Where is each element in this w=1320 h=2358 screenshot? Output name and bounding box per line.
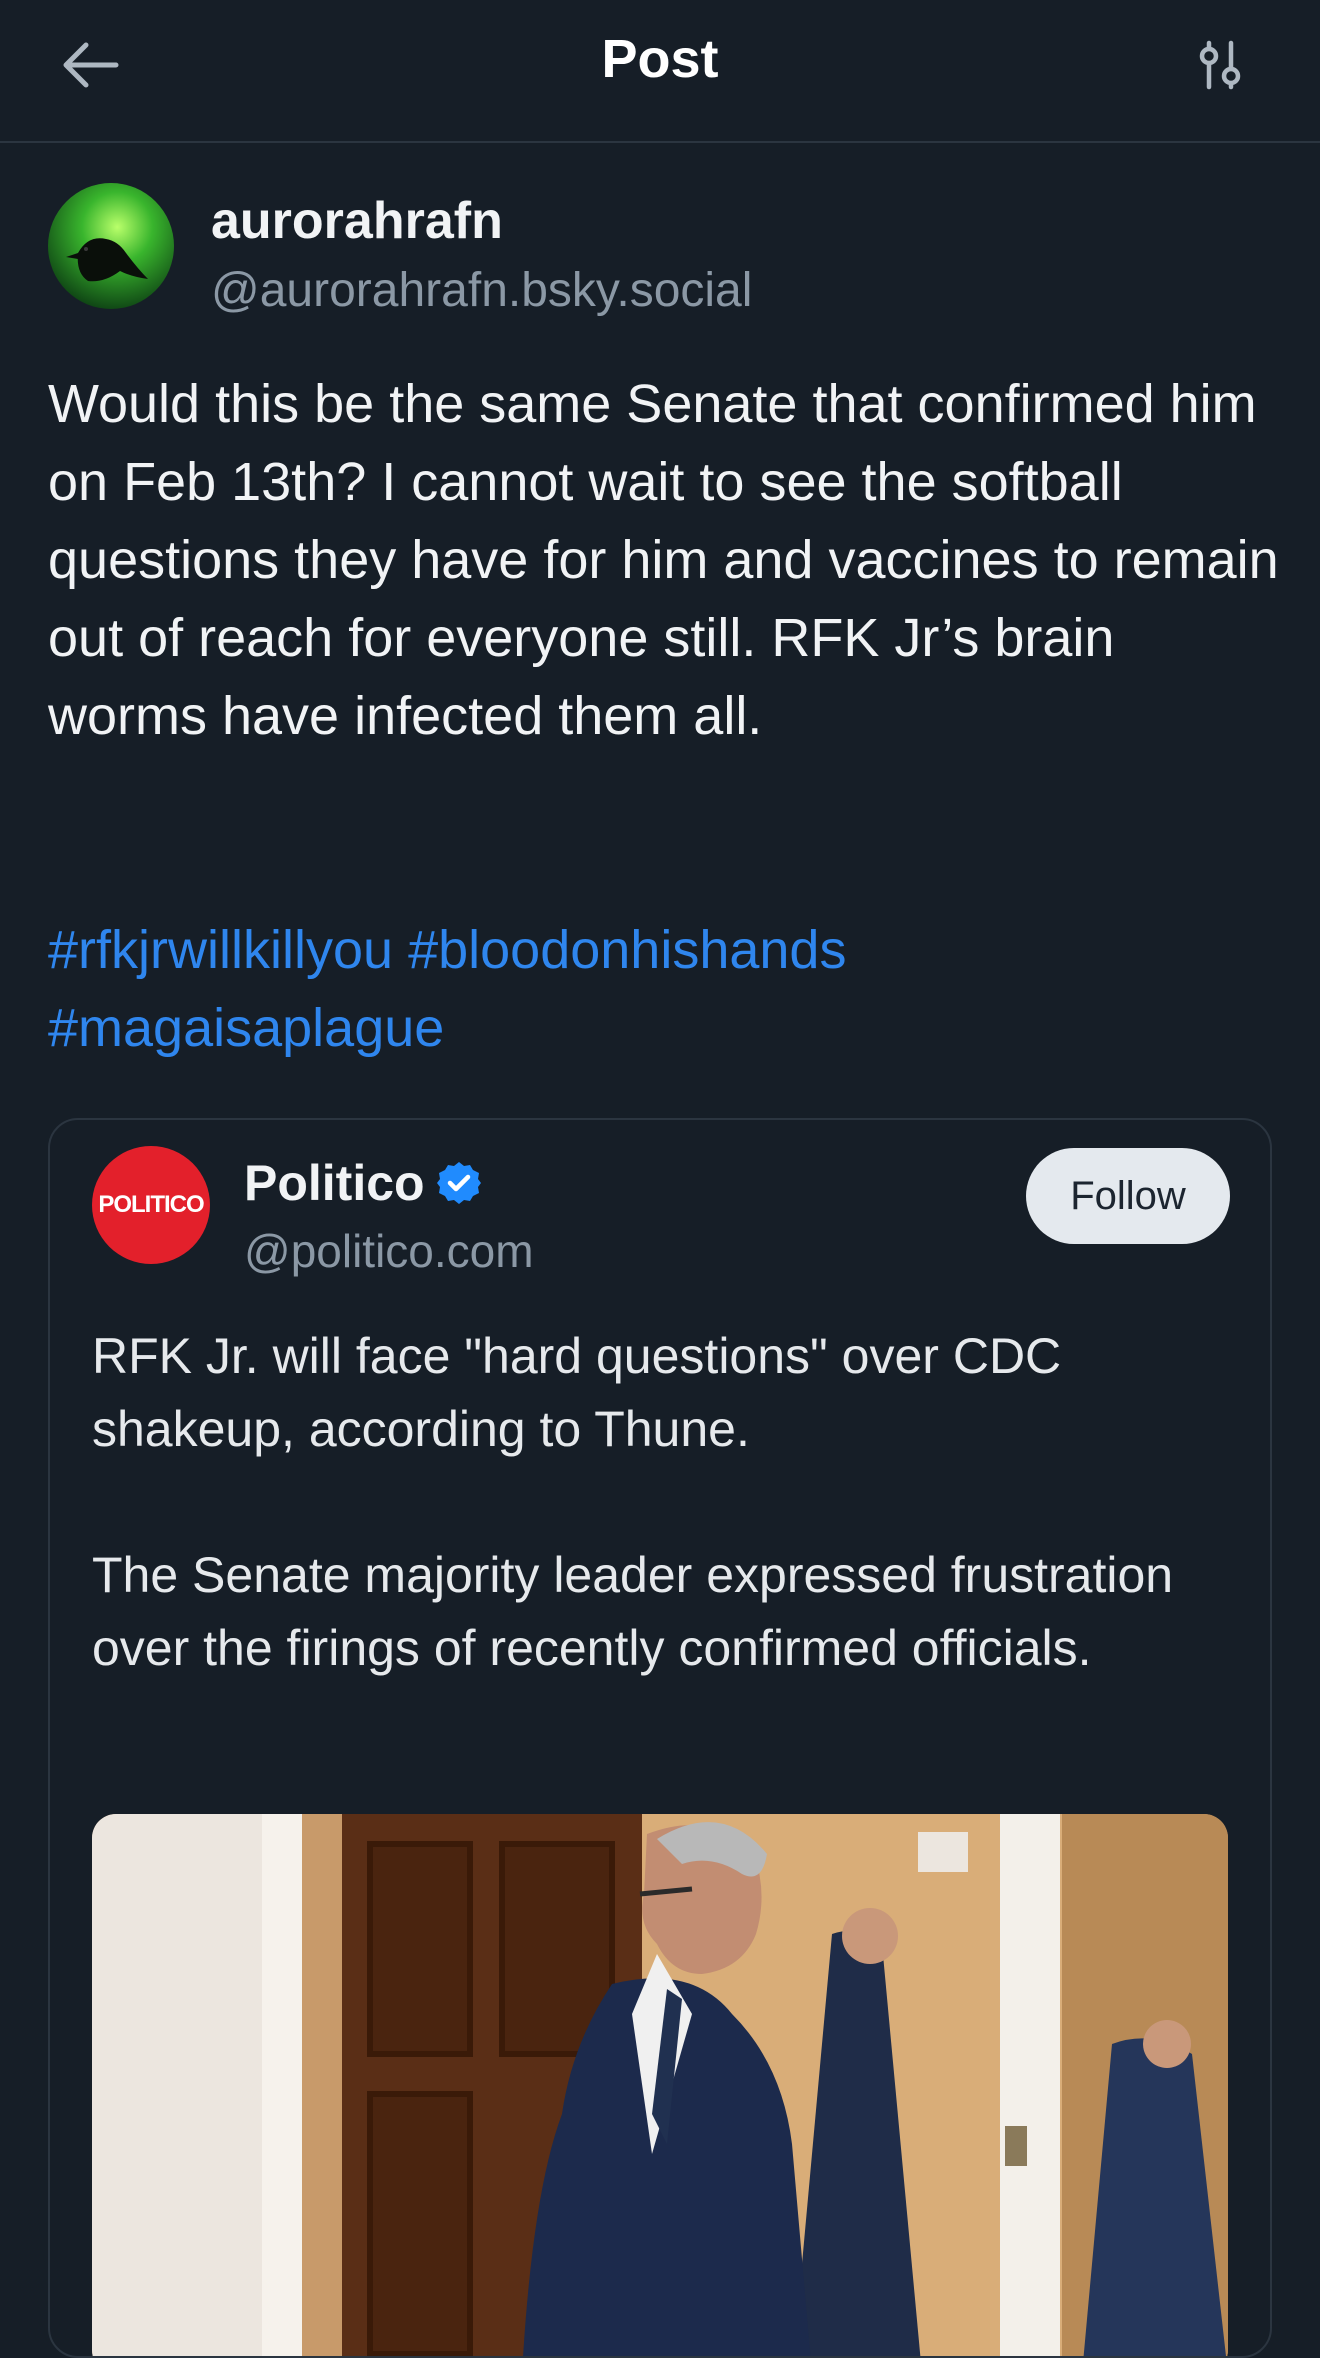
follow-button[interactable]: Follow <box>1026 1148 1230 1244</box>
hashtag-link[interactable]: #rfkjrwillkillyou <box>48 920 393 980</box>
thread-settings-button[interactable] <box>1180 30 1260 100</box>
verified-check-icon <box>437 1162 481 1204</box>
author-avatar[interactable] <box>48 183 174 309</box>
hashtag-link[interactable]: #magaisaplague <box>48 998 444 1058</box>
quoted-post-card[interactable]: POLITICO Politico @politico.com Follow R… <box>48 1118 1272 2358</box>
post-hashtags: #rfkjrwillkillyou #bloodonhishands #maga… <box>48 911 1288 1067</box>
quoted-post-text: RFK Jr. will face "hard questions" over … <box>92 1328 1174 1676</box>
page-title: Post <box>601 29 719 89</box>
post-text: Would this be the same Senate that confi… <box>48 374 1294 746</box>
post-author[interactable]: aurorahrafn @aurorahrafn.bsky.social <box>48 183 1278 323</box>
quoted-author-name[interactable]: Politico <box>244 1154 425 1212</box>
top-bar: Post <box>0 0 1320 143</box>
politico-avatar[interactable]: POLITICO <box>92 1146 210 1264</box>
politico-avatar-text: POLITICO <box>98 1191 204 1218</box>
quoted-author-handle[interactable]: @politico.com <box>244 1224 534 1278</box>
raven-aurora-avatar <box>48 183 174 309</box>
senate-hallway-photo <box>92 1814 1228 2356</box>
hashtag-link[interactable]: #bloodonhishands <box>408 920 846 980</box>
author-display-name[interactable]: aurorahrafn <box>211 191 503 251</box>
sliders-icon <box>1199 40 1241 90</box>
quoted-post-image[interactable] <box>92 1814 1228 2356</box>
author-handle[interactable]: @aurorahrafn.bsky.social <box>211 263 752 318</box>
